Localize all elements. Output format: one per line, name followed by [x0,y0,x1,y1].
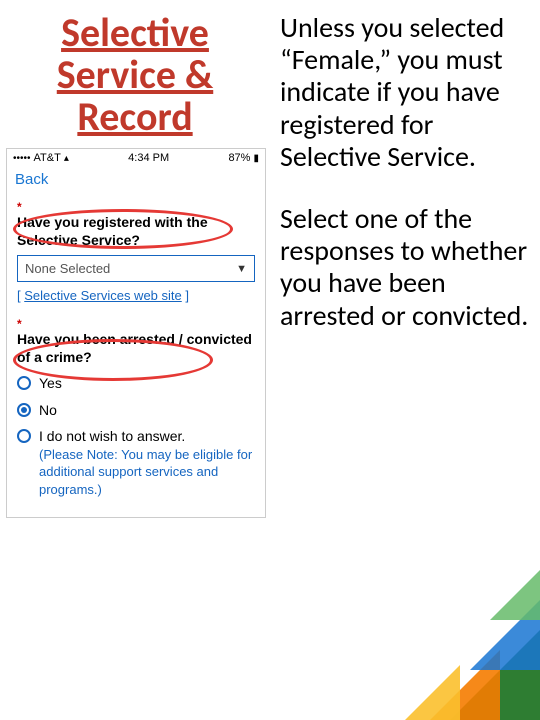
carrier-label: AT&T [34,152,61,164]
option-label: I do not wish to answer. (Please Note: Y… [39,428,255,498]
option-note: (Please Note: You may be eligible for ad… [39,447,252,497]
selective-service-dropdown[interactable]: None Selected ▼ [17,255,255,282]
option-label: Yes [39,375,62,393]
option-label: No [39,402,57,420]
option-no-answer[interactable]: I do not wish to answer. (Please Note: Y… [17,428,255,498]
instruction-paragraph-1: Unless you selected “Female,” you must i… [280,12,530,173]
battery-icon: ▮ [253,153,259,164]
wifi-icon: ▴ [64,153,69,164]
status-bar: ••••• AT&T ▴ 4:34 PM 87% ▮ [7,149,265,167]
corner-decoration [360,550,540,720]
chevron-down-icon: ▼ [236,263,247,275]
dropdown-value: None Selected [25,261,110,276]
phone-screenshot: ••••• AT&T ▴ 4:34 PM 87% ▮ Back * Have y… [6,148,266,518]
clock: 4:34 PM [128,152,169,164]
option-no[interactable]: No [17,402,255,420]
slide-title: Selective Service & Record [0,0,270,144]
signal-icon: ••••• [13,153,31,164]
selective-service-link[interactable]: Selective Services web site [24,288,182,303]
option-yes[interactable]: Yes [17,375,255,393]
radio-icon [17,429,31,443]
battery-pct: 87% [228,152,250,164]
required-asterisk: * [17,317,255,331]
instruction-paragraph-2: Select one of the responses to whether y… [280,203,530,332]
question-selective-service: Have you registered with the Selective S… [17,214,255,249]
radio-icon [17,403,31,417]
question-arrested: Have you been arrested / convicted of a … [17,331,255,366]
radio-icon [17,376,31,390]
required-asterisk: * [17,200,255,214]
back-button[interactable]: Back [7,167,265,196]
selective-service-link-row: [ Selective Services web site ] [17,288,255,303]
